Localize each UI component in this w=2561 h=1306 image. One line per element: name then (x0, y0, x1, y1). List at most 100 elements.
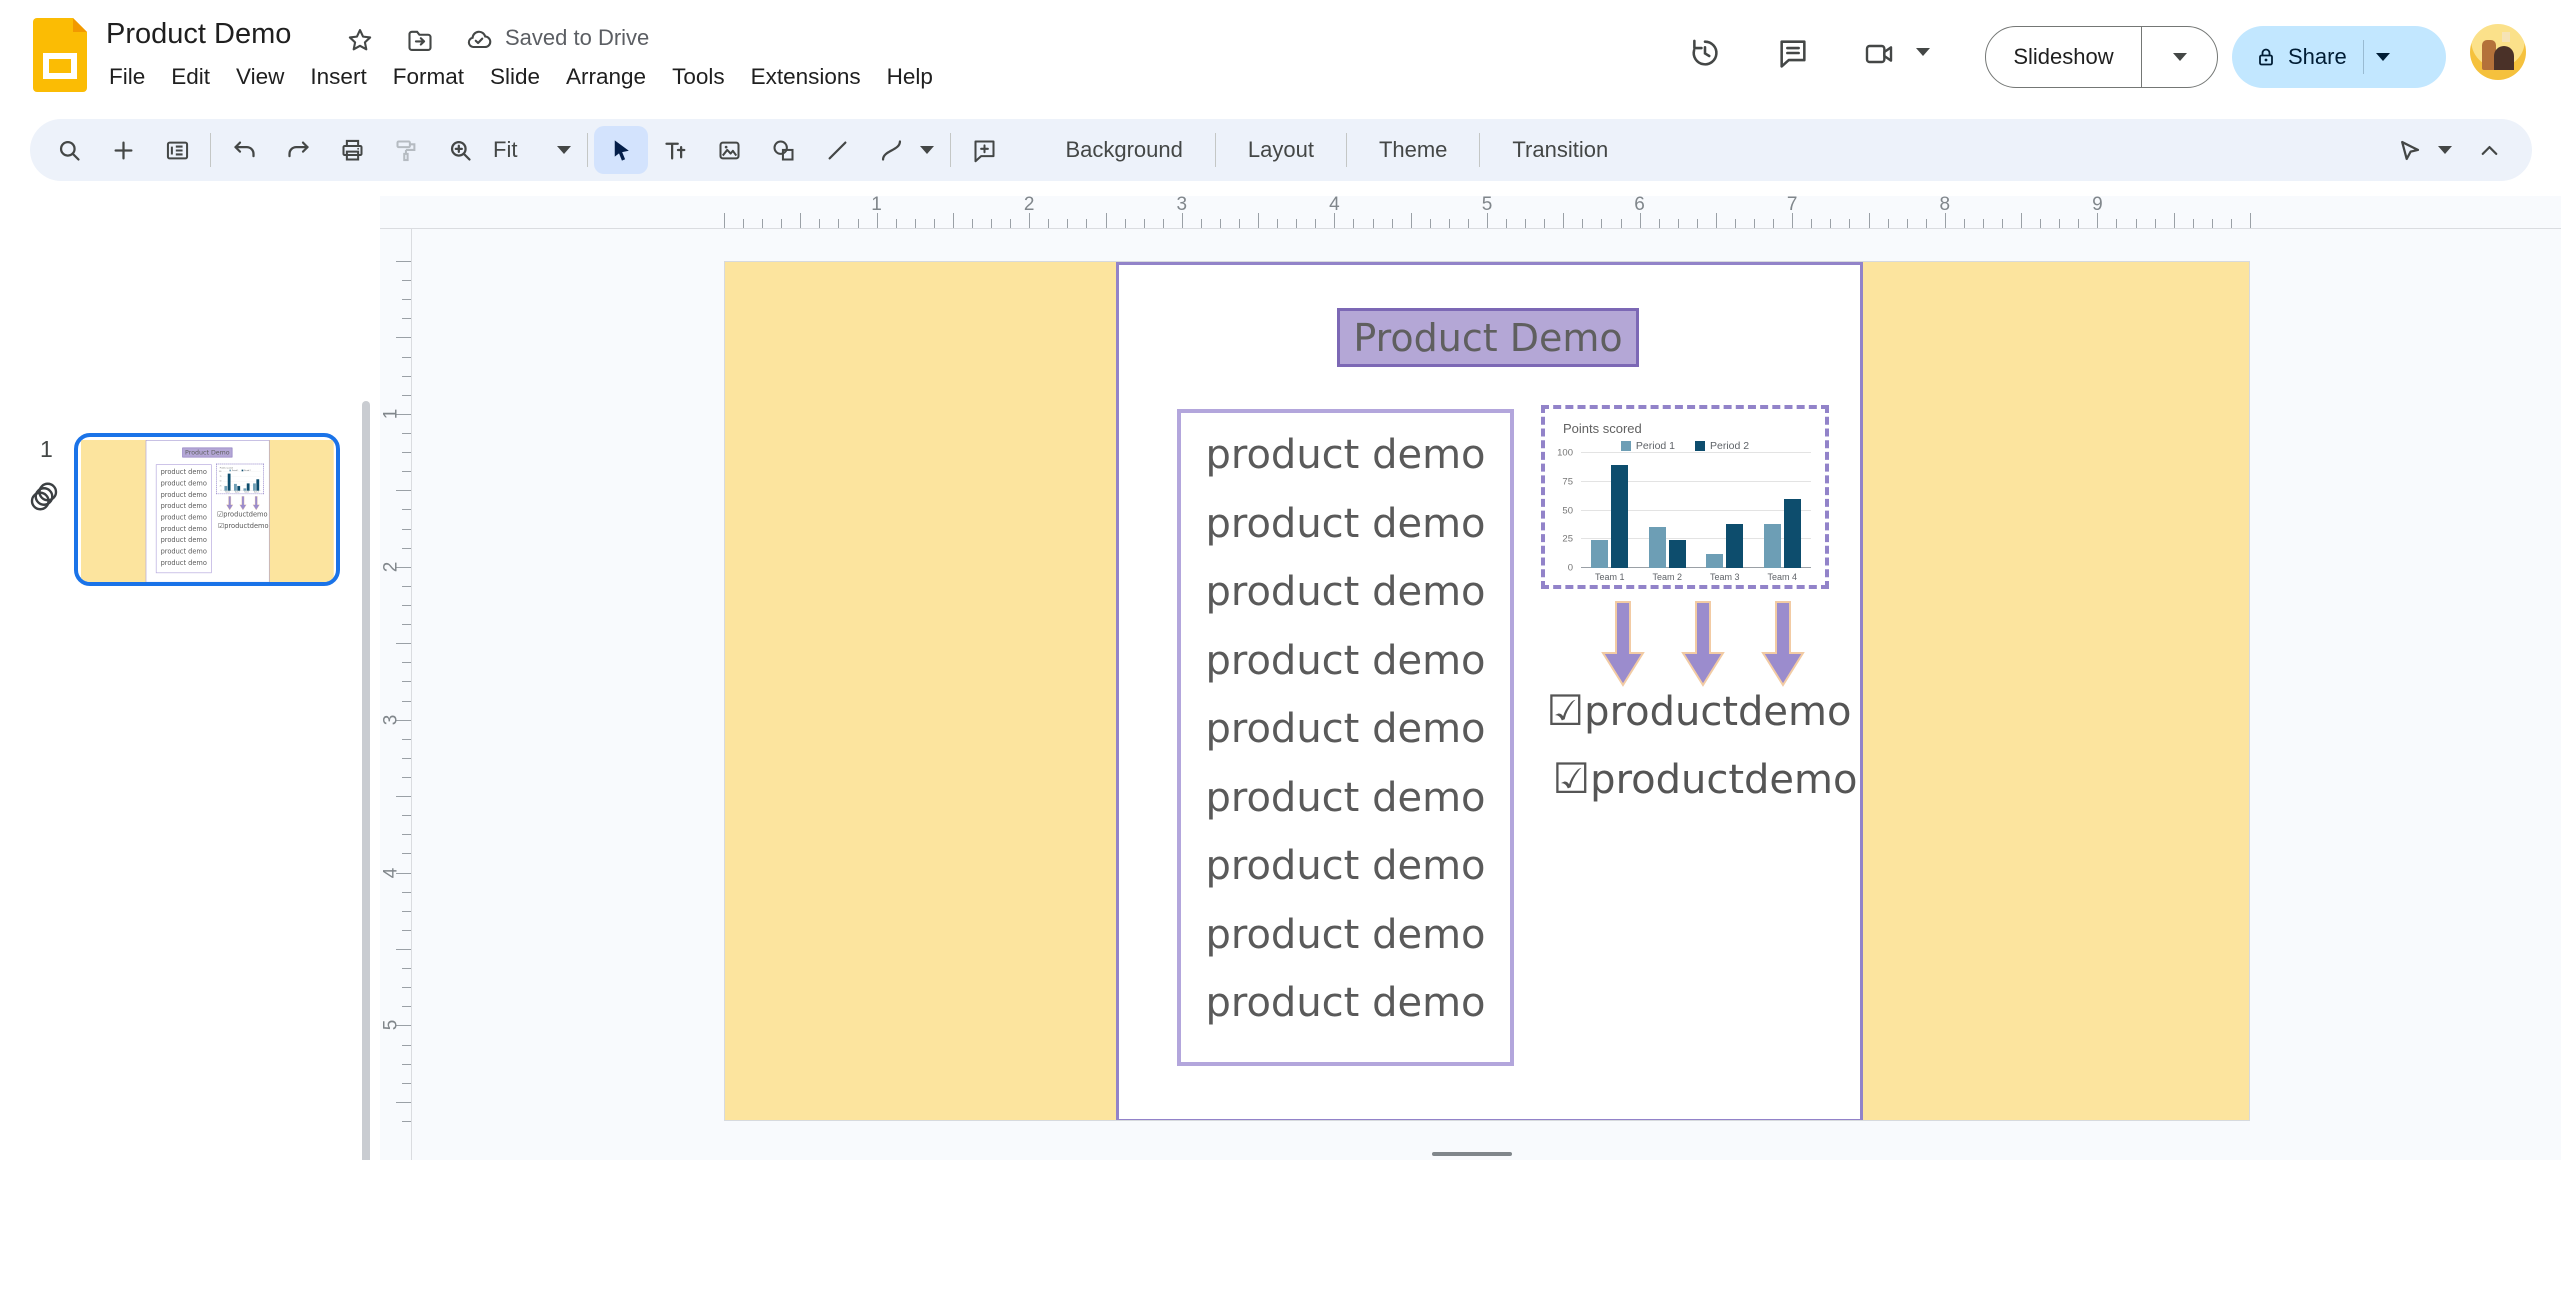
new-slide-icon[interactable] (96, 126, 150, 174)
menu-format[interactable]: Format (380, 58, 477, 96)
legend-swatch-period2 (1695, 441, 1705, 451)
thumb-chart: Points scored Period 1 Period 2 02550751… (217, 465, 262, 493)
menu-tools[interactable]: Tools (659, 58, 738, 96)
version-history-icon[interactable] (1688, 36, 1722, 70)
new-slide-layout-icon[interactable] (150, 126, 204, 174)
collapse-toolbar-icon[interactable] (2462, 126, 2516, 174)
slide-canvas[interactable]: Product Demo product demoproduct demopro… (724, 261, 2250, 1121)
move-folder-icon[interactable] (406, 26, 434, 54)
insert-line-icon[interactable] (810, 126, 864, 174)
meet-dropdown-caret[interactable] (1916, 48, 1930, 56)
chart-bar (1649, 527, 1666, 568)
zoom-in-icon[interactable] (433, 126, 487, 174)
down-arrow-icon (239, 496, 246, 510)
slideshow-dropdown[interactable] (2141, 26, 2217, 88)
insert-image-icon[interactable] (702, 126, 756, 174)
notes-splitter-handle[interactable] (1432, 1152, 1512, 1156)
chart-bar (1706, 554, 1723, 568)
menu-file[interactable]: File (96, 58, 158, 96)
text-box-icon[interactable] (648, 126, 702, 174)
menu-arrange[interactable]: Arrange (553, 58, 659, 96)
present-to-meet-icon[interactable] (1862, 38, 1896, 70)
thumb-check-line-2: ☑productdemo (194, 521, 293, 529)
menu-view[interactable]: View (223, 58, 297, 96)
search-icon[interactable] (42, 126, 96, 174)
insert-connector-icon[interactable] (864, 126, 918, 174)
down-arrow-icon[interactable] (1601, 601, 1645, 687)
ruler-divider-v (411, 228, 412, 1160)
chart-plot: 0255075100Team 1Team 2Team 3Team 4 (223, 472, 261, 491)
pointer-options-icon[interactable] (2382, 126, 2436, 174)
cloud-saved-icon (464, 26, 494, 54)
layout-button[interactable]: Layout (1222, 137, 1340, 163)
background-button[interactable]: Background (1039, 137, 1208, 163)
legend-label-period2: Period 2 (1710, 440, 1749, 452)
lock-icon (2254, 45, 2278, 69)
avatar[interactable] (2470, 24, 2526, 80)
legend-swatch-period1 (1621, 441, 1631, 451)
share-button[interactable]: Share (2232, 26, 2446, 88)
list-item: product demo (1181, 490, 1510, 559)
menu-slide[interactable]: Slide (477, 58, 553, 96)
document-title[interactable]: Product Demo (106, 18, 291, 51)
menu-extensions[interactable]: Extensions (738, 58, 874, 96)
list-item: product demo (1181, 901, 1510, 970)
pointer-caret[interactable] (2438, 146, 2452, 154)
zoom-caret[interactable] (557, 146, 571, 154)
thumb-slide-title: Product Demo (182, 448, 232, 458)
points-scored-chart[interactable]: Points scored Period 1 Period 2 02550751… (1549, 413, 1821, 581)
chart-bar (256, 479, 259, 490)
comments-icon[interactable] (1776, 36, 1810, 70)
menu-insert[interactable]: Insert (297, 58, 379, 96)
horizontal-ruler: 123456789 (724, 196, 2250, 228)
theme-button[interactable]: Theme (1353, 137, 1473, 163)
thumb-arrows (226, 496, 260, 511)
star-icon[interactable] (346, 26, 374, 54)
slide-title-box[interactable]: Product Demo (1337, 308, 1639, 367)
chart-bar (237, 486, 240, 491)
arrow-group[interactable] (1601, 601, 1805, 689)
list-item: product demo (157, 489, 211, 500)
zoom-select[interactable]: Fit (493, 137, 517, 163)
chart-bar (1591, 540, 1608, 568)
chart-bar (1784, 499, 1801, 568)
check-line-2[interactable]: ☑productdemo (1405, 754, 2005, 803)
chart-bar (247, 483, 250, 490)
chart-bar (1611, 465, 1628, 569)
list-item: product demo (157, 546, 211, 557)
down-arrow-icon[interactable] (1681, 601, 1725, 687)
list-item: product demo (1181, 832, 1510, 901)
vertical-ruler: 12345 (379, 261, 411, 1121)
slide-thumbnail[interactable]: Product Demo product demoproduct demopro… (74, 433, 340, 586)
toolbar: Fit Background Layout Theme Tr (30, 119, 2532, 181)
thumb-list-box: product demoproduct demoproduct demoprod… (156, 464, 212, 573)
chart-bar (1669, 540, 1686, 568)
down-arrow-icon[interactable] (1761, 601, 1805, 687)
menu-bar: File Edit View Insert Format Slide Arran… (96, 58, 946, 96)
share-dropdown[interactable] (2363, 40, 2390, 74)
transition-indicator-icon (26, 478, 62, 518)
slides-logo-icon[interactable] (33, 18, 87, 92)
list-item: product demo (1181, 558, 1510, 627)
thumbnail-slide: Product Demo product demoproduct demopro… (81, 440, 334, 582)
list-text-box[interactable]: product demoproduct demoproduct demoprod… (1177, 409, 1514, 1066)
undo-icon[interactable] (217, 126, 271, 174)
menu-help[interactable]: Help (874, 58, 946, 96)
menu-edit[interactable]: Edit (158, 58, 223, 96)
select-tool-icon[interactable] (594, 126, 648, 174)
add-comment-icon[interactable] (957, 126, 1011, 174)
share-label: Share (2288, 44, 2347, 70)
check-line-1[interactable]: ☑productdemo (1399, 686, 1999, 735)
chart-plot: 0255075100Team 1Team 2Team 3Team 4 (1581, 453, 1811, 568)
paint-format-icon[interactable] (379, 126, 433, 174)
print-icon[interactable] (325, 126, 379, 174)
redo-icon[interactable] (271, 126, 325, 174)
slideshow-button[interactable]: Slideshow (1985, 26, 2218, 88)
connector-caret[interactable] (920, 146, 934, 154)
ruler-divider-h (380, 228, 2561, 229)
insert-shape-icon[interactable] (756, 126, 810, 174)
down-arrow-icon (226, 496, 233, 510)
chart-title: Points scored (220, 466, 233, 468)
transition-button[interactable]: Transition (1486, 137, 1634, 163)
saved-status[interactable]: Saved to Drive (505, 25, 649, 51)
